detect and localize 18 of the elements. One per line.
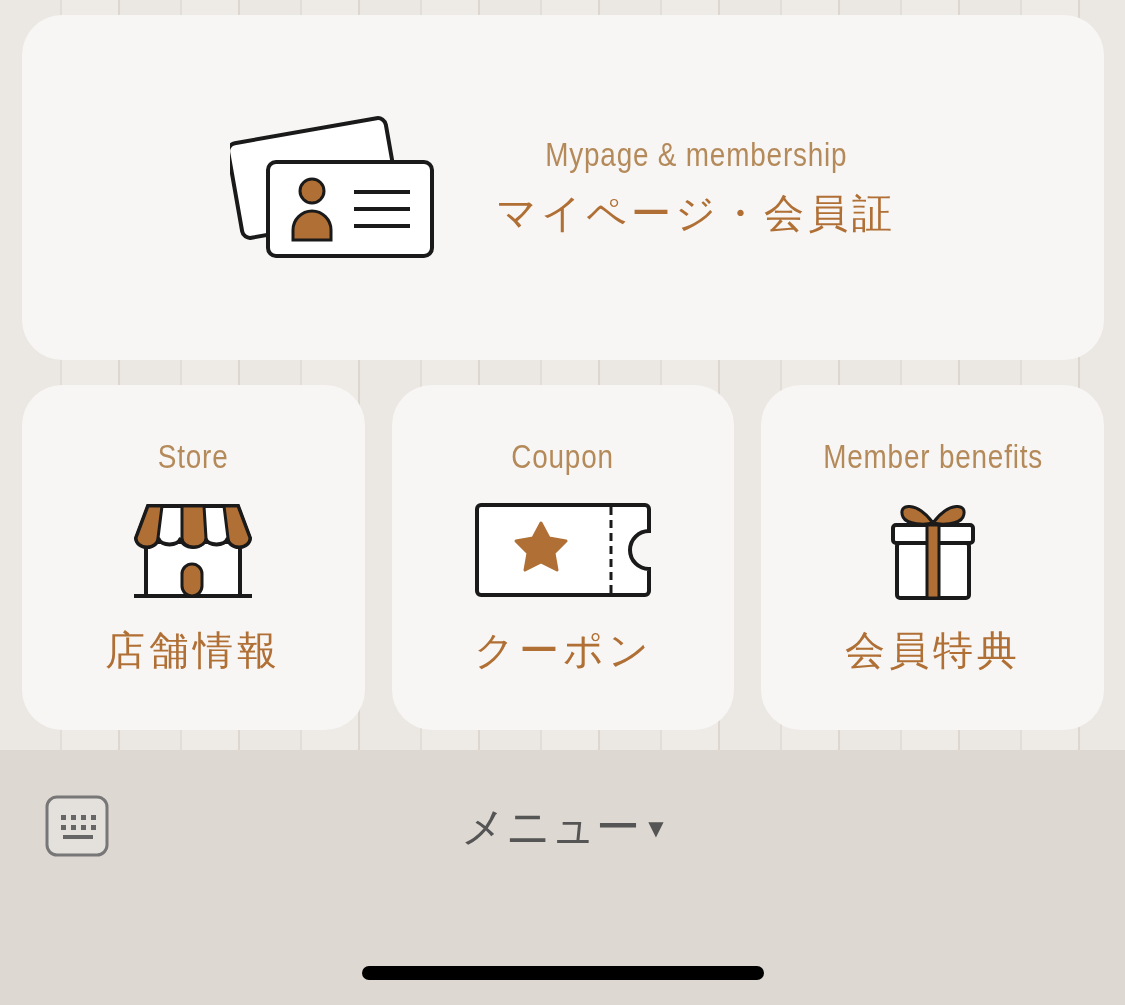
menu-tile[interactable]: Store 店舗情報 [22, 385, 365, 730]
menu-label[interactable]: メニュー [461, 798, 641, 857]
menu-tile[interactable]: Coupon クーポン [391, 385, 735, 730]
caret-icon[interactable]: ▼ [648, 815, 664, 840]
tile-subtitle: Coupon [511, 437, 615, 476]
menu-tile[interactable]: Member benefits 会員特典 [761, 385, 1104, 730]
tile-subtitle: Member benefits [822, 437, 1043, 476]
membership-card[interactable]: Mypage & membership マイページ・会員証 [22, 15, 1104, 360]
card-title: マイページ・会員証 [496, 188, 896, 238]
keyboard-icon[interactable] [45, 795, 109, 857]
tile-title: クーポン [473, 626, 653, 675]
tile-subtitle: Store [157, 437, 229, 476]
shop-icon [132, 501, 255, 598]
tile-title: 会員特典 [844, 626, 1021, 675]
ticket-icon [475, 502, 651, 597]
card-subtitle: Mypage & membership [544, 134, 848, 174]
tile-title: 店舗情報 [105, 626, 282, 675]
id-card-icon [230, 115, 436, 260]
